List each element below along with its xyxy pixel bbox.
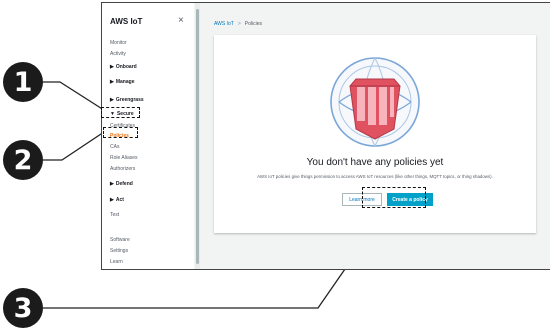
sidebar-item-greengrass[interactable]: ▶ Greengrass xyxy=(110,97,144,103)
sidebar-item-defend[interactable]: ▶ Defend xyxy=(110,181,133,187)
sidebar-item-cas[interactable]: CAs xyxy=(110,144,119,150)
sidebar-item-label: Defend xyxy=(115,181,133,187)
highlight-box-policies xyxy=(103,127,138,138)
sidebar-item-test[interactable]: Test xyxy=(110,212,119,218)
breadcrumb-root-link[interactable]: AWS IoT xyxy=(214,21,234,27)
sidebar-item-act[interactable]: ▶ Act xyxy=(110,197,124,203)
sidebar-item-activity[interactable]: Activity xyxy=(110,51,126,57)
sidebar-item-label: Greengrass xyxy=(115,97,144,103)
sidebar-item-label: Manage xyxy=(115,79,135,85)
sidebar-item-role-aliases[interactable]: Role Aliases xyxy=(110,155,138,161)
sidebar-item-monitor[interactable]: Monitor xyxy=(110,40,127,46)
sidebar-item-label: Onboard xyxy=(115,64,137,70)
breadcrumb: AWS IoT > Policies xyxy=(214,21,262,27)
sidebar-scroll-thumb[interactable] xyxy=(196,9,199,264)
caret-right-icon: ▶ xyxy=(110,79,114,85)
sidebar-title: AWS IoT xyxy=(110,17,143,26)
sidebar-item-learn[interactable]: Learn xyxy=(110,259,123,265)
highlight-box-secure xyxy=(101,107,140,118)
main-content: AWS IoT > Policies You don't have any poli… xyxy=(200,3,550,269)
breadcrumb-separator: > xyxy=(237,21,241,27)
empty-state-title: You don't have any policies yet xyxy=(306,157,444,168)
sidebar-item-software[interactable]: Software xyxy=(110,237,130,243)
caret-right-icon: ▶ xyxy=(110,64,114,70)
caret-right-icon: ▶ xyxy=(110,197,114,203)
sidebar-item-onboard[interactable]: ▶ Onboard xyxy=(110,64,137,70)
aws-console-window: AWS IoT × Monitor Activity ▶ Onboard ▶ Man… xyxy=(101,2,550,270)
sidebar-item-manage[interactable]: ▶ Manage xyxy=(110,79,134,85)
breadcrumb-current: Policies xyxy=(244,21,262,27)
empty-state-description: AWS IoT policies give things permission … xyxy=(257,174,493,179)
sidebar-item-authorizers[interactable]: Authorizers xyxy=(110,166,135,172)
caret-right-icon: ▶ xyxy=(110,181,114,187)
close-icon[interactable]: × xyxy=(178,15,184,26)
caret-right-icon: ▶ xyxy=(110,97,114,103)
policy-illustration-icon xyxy=(330,57,420,147)
sidebar-item-label: Act xyxy=(115,197,124,203)
sidebar-item-settings[interactable]: Settings xyxy=(110,248,128,254)
highlight-box-create-policy xyxy=(362,187,426,208)
